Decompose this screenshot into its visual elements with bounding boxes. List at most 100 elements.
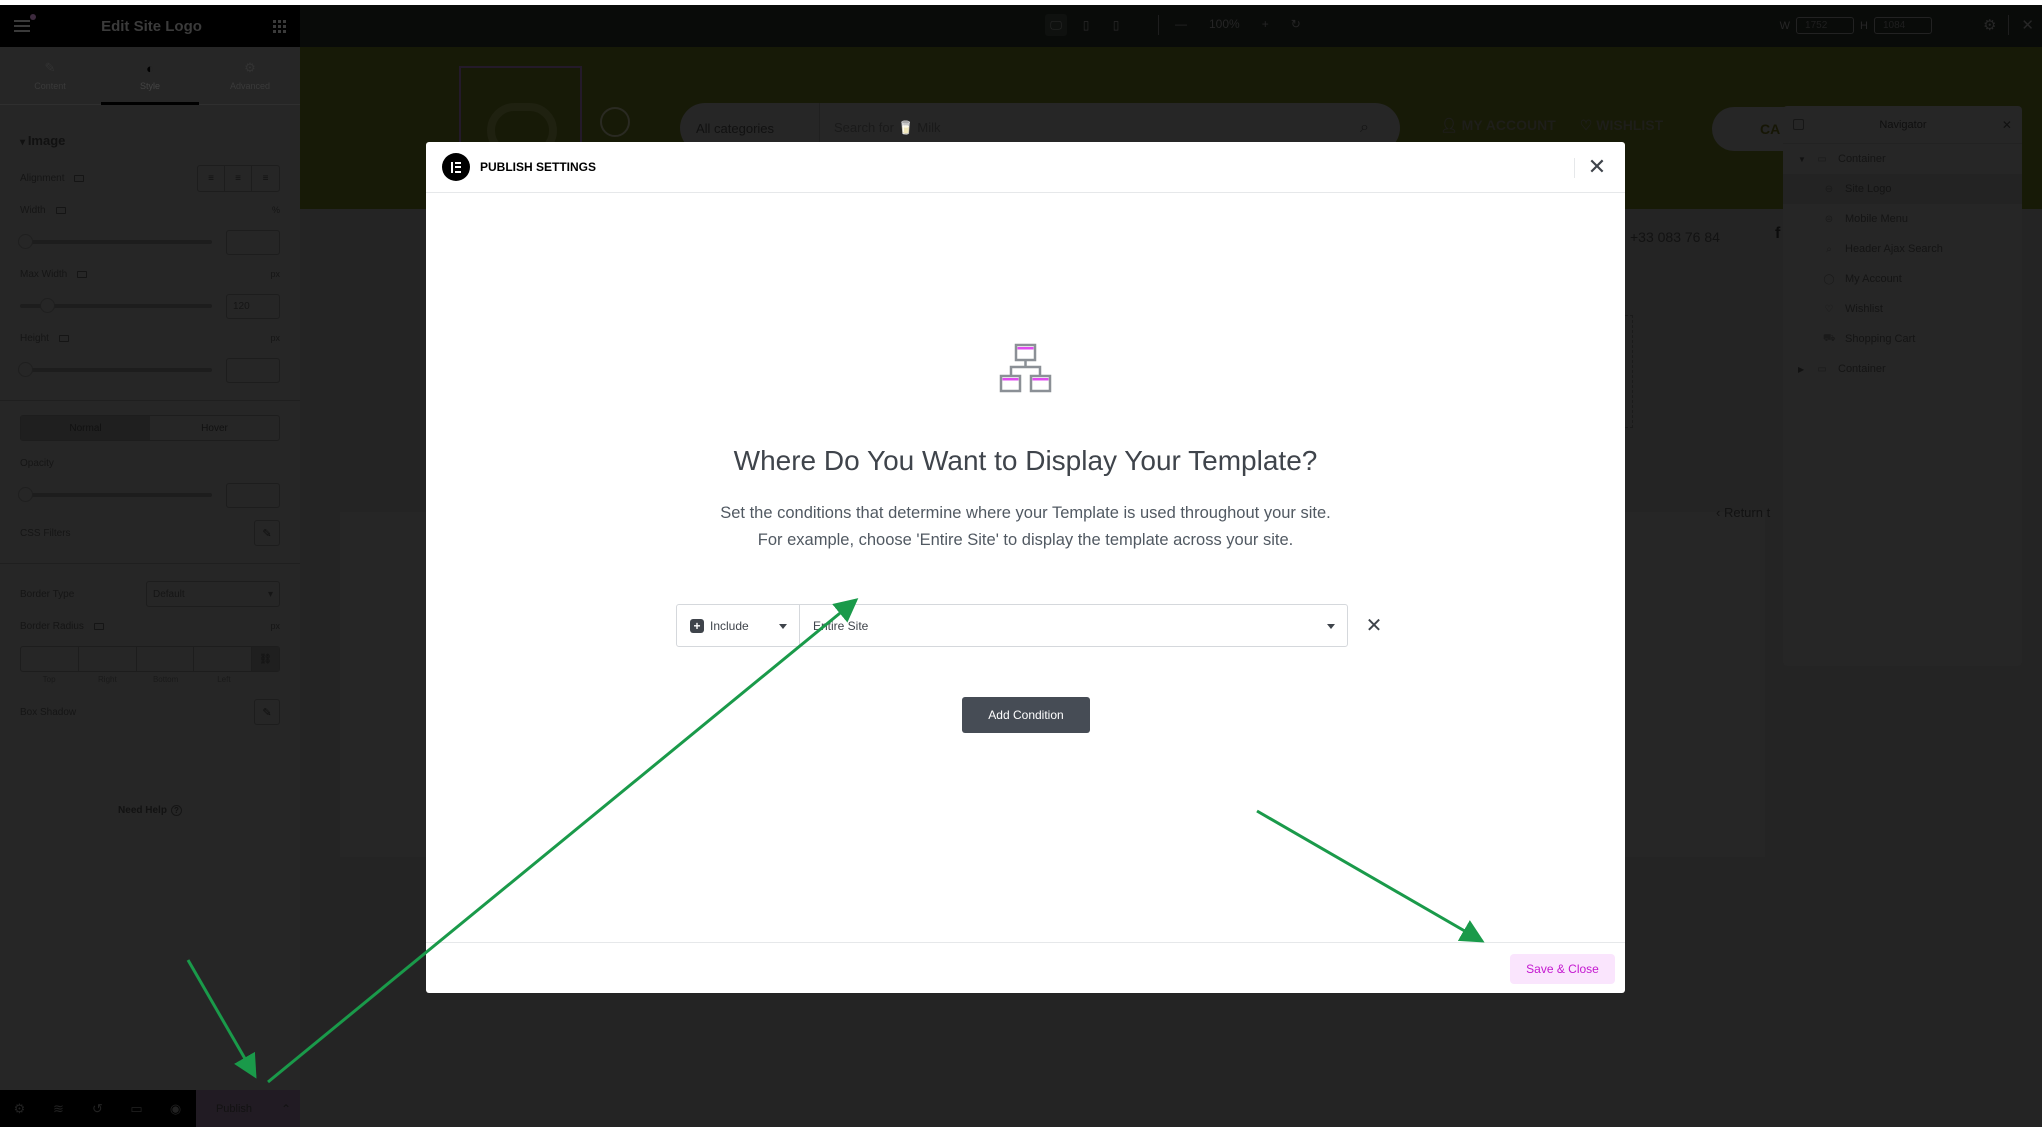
layers-icon[interactable]: ≋	[39, 1101, 78, 1117]
navigator-item[interactable]: ⛟ Shopping Cart	[1783, 324, 2022, 354]
navigator-item[interactable]: ▶ ▭ Container	[1783, 354, 2022, 384]
height-input[interactable]	[226, 357, 280, 383]
wishlist-label: WISHLIST	[1596, 117, 1664, 133]
desktop-icon[interactable]	[93, 622, 104, 630]
navigator-item[interactable]: ▼ ▭ Container	[1783, 144, 2022, 174]
gear-icon: ⚙	[244, 60, 256, 75]
navigator-item[interactable]: ◯ My Account	[1783, 264, 2022, 294]
opacity-slider[interactable]	[18, 487, 212, 502]
desktop-icon[interactable]	[77, 270, 88, 278]
mobile-icon[interactable]: ▯	[1105, 14, 1127, 36]
height-unit-select[interactable]: px	[270, 333, 280, 343]
tab-content[interactable]: ✎ Content	[0, 47, 100, 104]
slider-thumb[interactable]	[18, 362, 33, 377]
save-close-button[interactable]: Save & Close	[1510, 954, 1615, 984]
preview-eye-icon[interactable]: ◉	[156, 1101, 195, 1117]
edit-pencil-icon[interactable]: ✎	[254, 520, 280, 546]
caret-down-icon[interactable]: ▼	[1798, 155, 1806, 164]
br-top-input[interactable]	[21, 647, 79, 671]
box-shadow-control: Box Shadow ✎	[0, 696, 300, 728]
max-width-slider[interactable]	[20, 298, 212, 313]
border-radius-control: Border Radius px	[0, 610, 300, 642]
navigator-item[interactable]: ⌕ Header Ajax Search	[1783, 234, 2022, 264]
border-type-value: Default	[153, 588, 185, 600]
remove-condition-button[interactable]: ✕	[1360, 610, 1388, 640]
caret-down-icon: ▾	[267, 588, 273, 600]
navigator-item[interactable]: ⊜ Mobile Menu	[1783, 204, 2022, 234]
canvas-width-input[interactable]: 1752	[1796, 17, 1855, 34]
link-icon[interactable]: ⛓	[252, 647, 279, 671]
need-help-label: Need Help	[118, 805, 167, 816]
align-center-icon[interactable]: ≡	[225, 165, 252, 191]
my-account-link[interactable]: 👤︎ MY ACCOUNT	[1440, 117, 1556, 134]
opacity-input[interactable]	[226, 482, 280, 508]
search-input[interactable]: Search for 🥛 Milk	[820, 120, 1360, 136]
menu-icon[interactable]	[14, 14, 36, 32]
br-left-input[interactable]	[194, 647, 252, 671]
slider-thumb[interactable]	[18, 234, 33, 249]
chevron-up-icon[interactable]: ⌃	[272, 1102, 300, 1116]
tab-hover[interactable]: Hover	[150, 416, 279, 440]
edit-pencil-icon[interactable]: ✎	[254, 699, 280, 725]
br-right-input[interactable]	[79, 647, 137, 671]
border-type-select[interactable]: Default ▾	[146, 581, 280, 607]
close-icon[interactable]: ✕	[2002, 118, 2012, 132]
divider	[0, 400, 300, 401]
align-right-icon[interactable]: ≡	[252, 166, 279, 191]
border-radius-inputs: ⛓	[20, 646, 280, 672]
max-width-input[interactable]: 120	[226, 293, 280, 319]
collapse-all-icon[interactable]	[1793, 119, 1804, 130]
zoom-out-icon[interactable]: —	[1175, 17, 1187, 31]
search-icon[interactable]: ⌕	[1360, 119, 1400, 137]
navigator-item[interactable]: ⊖ Site Logo	[1783, 174, 2022, 204]
navigator-item[interactable]: ♡ Wishlist	[1783, 294, 2022, 324]
settings-gear-icon[interactable]: ⚙	[1983, 16, 1996, 34]
tablet-icon[interactable]: ▯	[1075, 14, 1097, 36]
widgets-grid-icon[interactable]	[272, 19, 286, 33]
need-help-link[interactable]: Need Help?	[0, 805, 300, 816]
width-slider[interactable]	[18, 234, 212, 249]
desktop-icon[interactable]	[55, 206, 66, 214]
section-image[interactable]: Image	[0, 105, 300, 162]
mobile-menu-icon[interactable]	[600, 107, 630, 137]
tab-normal[interactable]: Normal	[21, 416, 150, 440]
close-icon[interactable]: ✕	[2021, 16, 2034, 34]
canvas-height-input[interactable]: 1084	[1874, 17, 1932, 34]
condition-value-select[interactable]: Entire Site	[800, 605, 1347, 646]
responsive-icon[interactable]: ▭	[117, 1101, 156, 1117]
height-label: H	[1860, 19, 1868, 32]
width-unit-select[interactable]: %	[272, 205, 280, 215]
wishlist-link[interactable]: ♡ WISHLIST	[1580, 117, 1663, 134]
br-bottom-input[interactable]	[137, 647, 195, 671]
return-link[interactable]: ‹ Return t	[1716, 505, 1770, 520]
condition-type-select[interactable]: + Include	[677, 605, 800, 646]
add-condition-button[interactable]: Add Condition	[962, 697, 1090, 733]
canvas-size: W 1752 H 1084	[1780, 17, 1932, 34]
history-icon[interactable]: ↺	[78, 1101, 117, 1117]
navigator-item-label: Shopping Cart	[1845, 333, 1916, 345]
close-modal-button[interactable]: ✕	[1585, 155, 1609, 179]
tab-style[interactable]: ◐ Style	[100, 47, 200, 105]
slider-thumb[interactable]	[40, 298, 55, 313]
max-width-unit-select[interactable]: px	[270, 269, 280, 279]
publish-button[interactable]: Publish ⌃	[196, 1090, 300, 1127]
height-slider[interactable]	[18, 362, 212, 377]
settings-gear-icon[interactable]: ⚙	[0, 1101, 39, 1117]
opacity-control: Opacity	[0, 447, 300, 479]
br-top-label: Top	[42, 675, 56, 684]
desktop-icon[interactable]: 🖵	[1045, 14, 1067, 36]
navigator-title: Navigator	[1879, 118, 1927, 131]
border-radius-unit-select[interactable]: px	[270, 621, 280, 631]
caret-right-icon[interactable]: ▶	[1798, 365, 1806, 374]
align-left-icon[interactable]: ≡	[198, 165, 225, 191]
slider-thumb[interactable]	[18, 487, 33, 502]
zoom-in-icon[interactable]: +	[1262, 17, 1269, 31]
desktop-icon[interactable]	[74, 174, 85, 182]
facebook-icon[interactable]: f	[1775, 225, 1780, 243]
divider	[1574, 158, 1575, 178]
reset-zoom-icon[interactable]: ↻	[1291, 17, 1301, 31]
navigator-item-label: Site Logo	[1845, 183, 1892, 195]
desktop-icon[interactable]	[58, 334, 69, 342]
tab-advanced[interactable]: ⚙ Advanced	[200, 47, 300, 104]
width-input[interactable]	[226, 229, 280, 255]
